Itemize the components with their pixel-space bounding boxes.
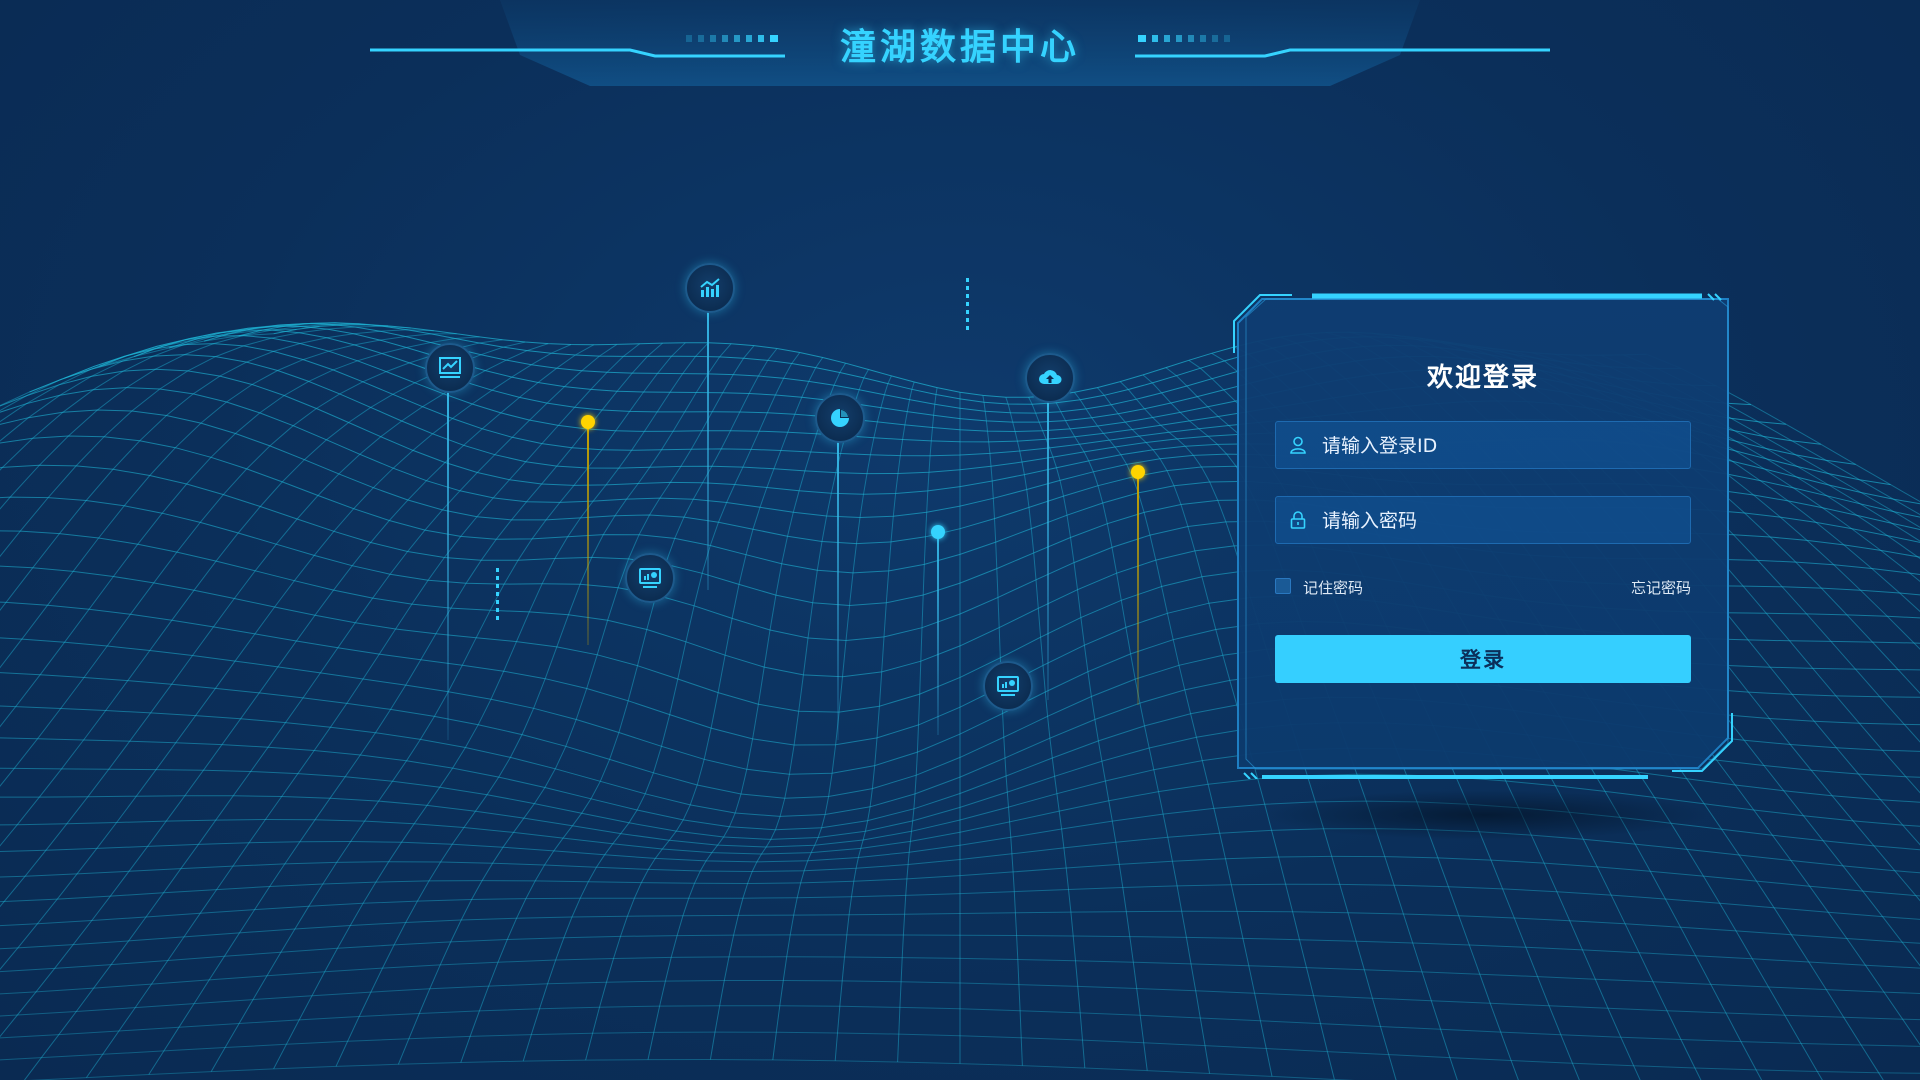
login-title: 欢迎登录 xyxy=(1426,363,1539,393)
monitor-chart-icon xyxy=(983,661,1033,711)
dashed-marker xyxy=(966,278,969,330)
pin-line xyxy=(707,310,709,590)
password-input[interactable] xyxy=(1320,497,1684,545)
login-screen: 潼湖数据中心 欢迎登录 请输入登录ID 记住密码 忘记密码 登录 xyxy=(0,0,1920,1080)
dashed-marker xyxy=(496,568,499,620)
pin-line xyxy=(447,390,449,740)
page-title: 潼湖数据中心 xyxy=(839,27,1080,68)
login-panel: 欢迎登录 记住密码 忘记密码 登录 xyxy=(1232,293,1734,779)
username-input[interactable] xyxy=(1320,422,1684,470)
remember-row: 记住密码 忘记密码 xyxy=(1275,575,1691,599)
lock-icon xyxy=(1290,511,1306,529)
remember-label[interactable]: 记住密码 xyxy=(1303,577,1363,598)
monitor-chart-icon xyxy=(625,553,675,603)
username-field[interactable] xyxy=(1275,421,1691,470)
user-icon xyxy=(1290,436,1306,454)
cyan-dot xyxy=(931,525,945,539)
yellow-dot xyxy=(1131,465,1145,479)
pin-line xyxy=(937,535,939,735)
password-field[interactable] xyxy=(1275,496,1691,545)
pin-line xyxy=(837,440,839,740)
header: 潼湖数据中心 xyxy=(0,0,1920,100)
pin-line xyxy=(1137,475,1139,705)
panel-shadow xyxy=(1260,790,1710,840)
pin-line xyxy=(1047,400,1049,700)
login-button[interactable]: 登录 xyxy=(1275,635,1691,683)
pie-chart-icon xyxy=(815,393,865,443)
remember-checkbox[interactable] xyxy=(1275,578,1291,594)
pin-line xyxy=(587,425,589,645)
yellow-dot xyxy=(581,415,595,429)
forgot-password-link[interactable]: 忘记密码 xyxy=(1631,577,1691,598)
cloud-upload-icon xyxy=(1025,353,1075,403)
trend-chart-icon xyxy=(425,343,475,393)
bar-trend-icon xyxy=(685,263,735,313)
